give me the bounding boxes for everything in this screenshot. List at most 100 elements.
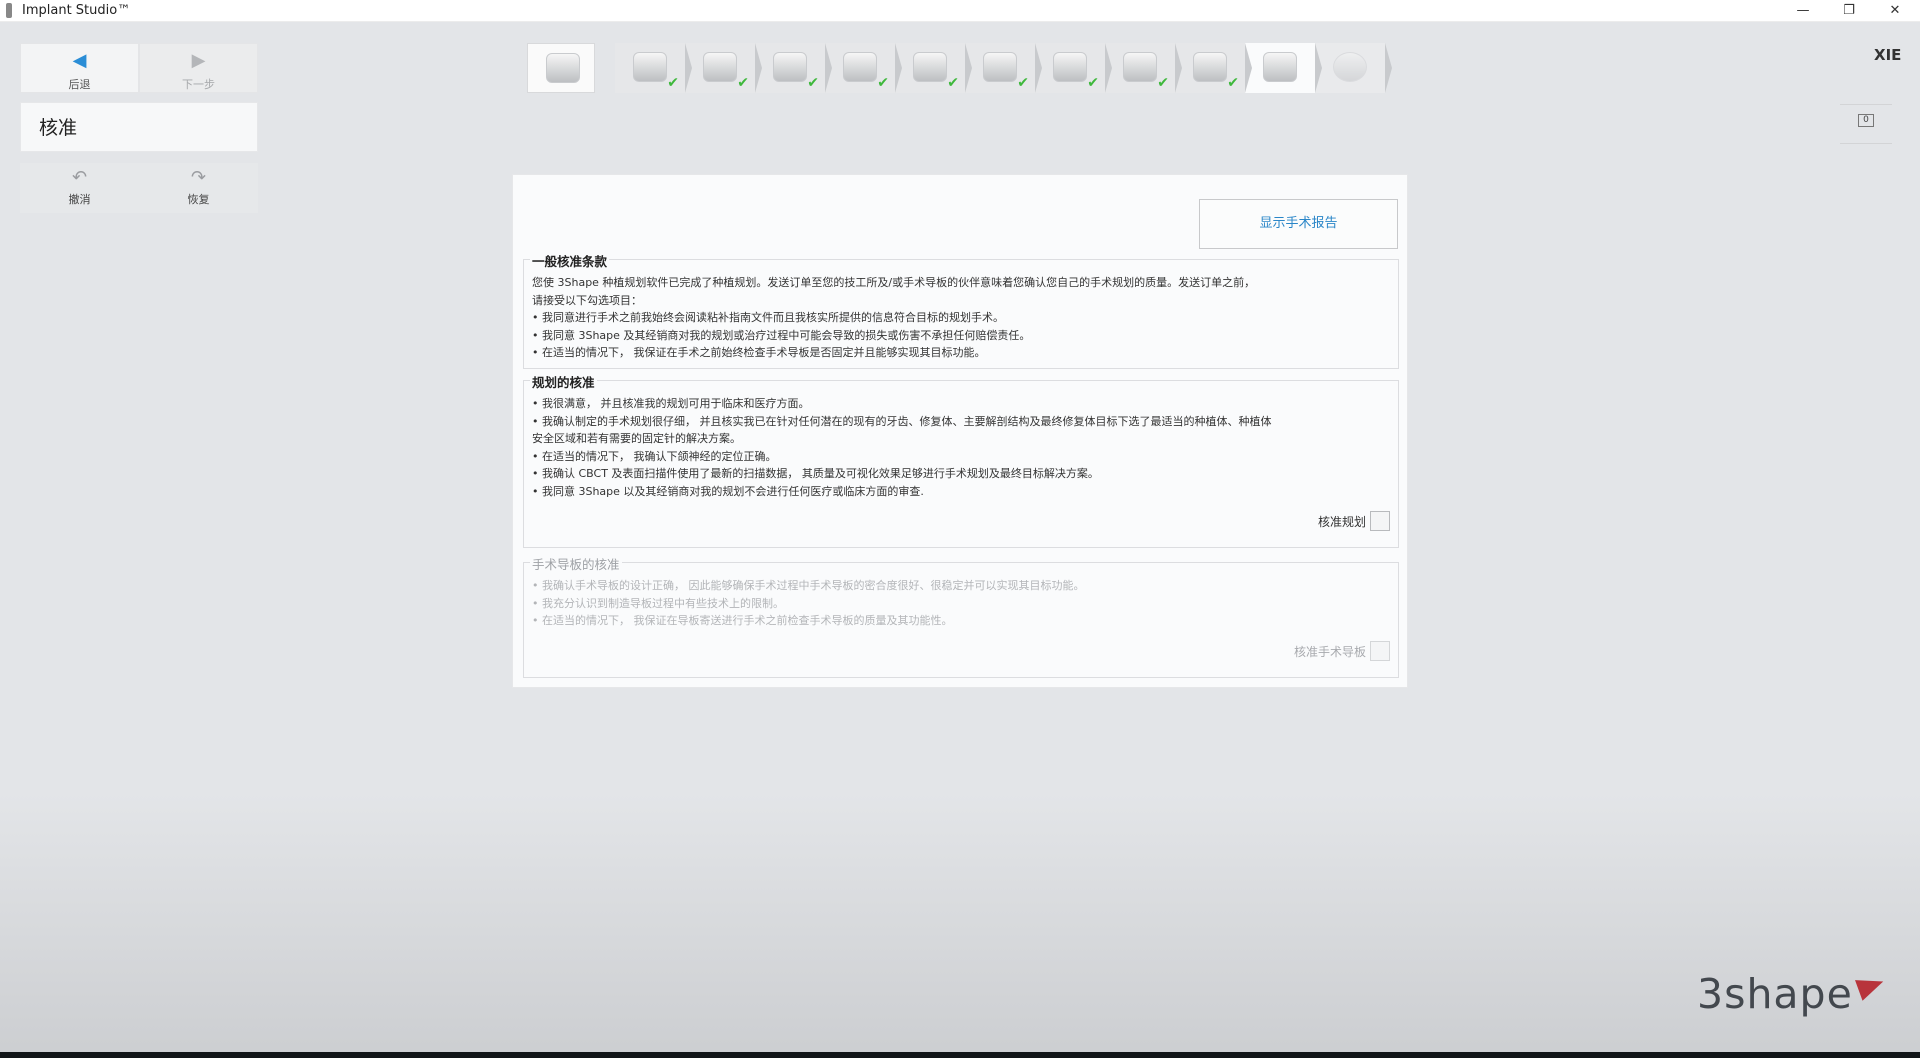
- workflow-bar: ✔ ✔ ✔ ✔ ✔ ✔ ✔ ✔ ✔: [527, 43, 1392, 93]
- brand-logo: 3shape: [1697, 970, 1853, 1018]
- section-title: 手术导板的核准: [530, 554, 622, 573]
- chevron-right-icon: [755, 43, 762, 93]
- panoramic-icon: [843, 52, 877, 82]
- text-line: 安全区域和若有需要的固定针的解决方案。: [532, 432, 741, 445]
- navigation-panel: ◀ 后退 ▶ 下一步: [20, 43, 258, 93]
- user-initials[interactable]: XIE: [1874, 46, 1901, 64]
- chevron-right-icon: [825, 43, 832, 93]
- approve-guide-row: 核准手术导板: [1294, 641, 1390, 661]
- approval-card: 显示手术报告 一般核准条款 您使 3Shape 种植规划软件已完成了种植规划。发…: [512, 174, 1408, 688]
- text-line: • 我确认制定的手术规划很仔细， 并且核实我已在针对任何潜在的现有的牙齿、修复体…: [532, 414, 1272, 428]
- guide-support-icon: [1193, 52, 1227, 82]
- next-button[interactable]: ▶ 下一步: [139, 43, 258, 93]
- next-label: 下一步: [182, 78, 215, 91]
- edit-panel: ↶ 撤消 ↷ 恢复: [20, 163, 258, 213]
- chevron-right-icon: [1105, 43, 1112, 93]
- text-line: • 在适当的情况下， 我保证在手术之前始终检查手术导板是否固定并且能够实现其目标…: [532, 346, 986, 359]
- title-bar: Implant Studio™ — ❐ ✕: [0, 0, 1920, 22]
- arrow-left-icon: ◀: [72, 50, 87, 71]
- check-icon: ✔: [947, 75, 959, 91]
- guide-design-1-icon: [1053, 52, 1087, 82]
- workflow-step-sleeve[interactable]: ✔: [1105, 43, 1182, 93]
- back-button[interactable]: ◀ 后退: [20, 43, 139, 93]
- chevron-right-icon: [1245, 43, 1252, 93]
- check-icon: ✔: [667, 75, 679, 91]
- back-label: 后退: [68, 78, 91, 91]
- window-title: Implant Studio™: [22, 3, 131, 18]
- brand-logo-mark: [1855, 971, 1887, 1001]
- maximize-button[interactable]: ❐: [1826, 0, 1872, 22]
- approve-guide-label: 核准手术导板: [1293, 644, 1366, 659]
- show-surgical-report-button[interactable]: 显示手术报告: [1199, 199, 1398, 249]
- check-icon: ✔: [1157, 75, 1169, 91]
- section-body: • 我很满意， 并且核准我的规划可用于临床和医疗方面。 • 我确认制定的手术规划…: [524, 381, 1398, 500]
- workflow-step-scan-import[interactable]: ✔: [685, 43, 762, 93]
- arrow-right-icon: ▶: [191, 50, 206, 71]
- planning-approval-section: 规划的核准 • 我很满意， 并且核准我的规划可用于临床和医疗方面。 • 我确认制…: [523, 372, 1399, 548]
- chevron-right-icon: [685, 43, 692, 93]
- redo-label: 恢复: [187, 193, 210, 206]
- workflow-step-patient-data[interactable]: ✔: [615, 43, 692, 93]
- approve-planning-label: 核准规划: [1317, 514, 1366, 529]
- workflow-step-guide-support[interactable]: ✔: [1175, 43, 1252, 93]
- taskbar: [0, 1052, 1920, 1058]
- sleeve-icon: [1123, 52, 1157, 82]
- chevron-right-icon: [1035, 43, 1042, 93]
- chevron-right-icon: [1385, 43, 1392, 93]
- export-icon: [1333, 52, 1367, 82]
- undo-icon: ↶: [71, 167, 88, 188]
- message-icon: 0: [1858, 114, 1874, 127]
- section-body: • 我确认手术导板的设计正确， 因此能够确保手术过程中手术导板的密合度很好、很稳…: [524, 563, 1398, 630]
- messages-button[interactable]: 0: [1840, 104, 1892, 144]
- chevron-right-icon: [965, 43, 972, 93]
- workflow-step-panoramic[interactable]: ✔: [825, 43, 902, 93]
- section-title: 一般核准条款: [530, 251, 610, 270]
- check-icon: ✔: [877, 75, 889, 91]
- patient-data-icon: [633, 52, 667, 82]
- workflow-step-approval[interactable]: [1245, 43, 1322, 93]
- text-line: 您使 3Shape 种植规划软件已完成了种植规划。发送订单至您的技工所及/或手术…: [532, 276, 1256, 289]
- check-icon: ✔: [807, 75, 819, 91]
- text-line: 请接受以下勾选项目：: [532, 293, 642, 307]
- approve-planning-row: 核准规划: [1318, 511, 1390, 531]
- chevron-right-icon: [1175, 43, 1182, 93]
- undo-label: 撤消: [68, 193, 91, 206]
- general-approval-section: 一般核准条款 您使 3Shape 种植规划软件已完成了种植规划。发送订单至您的技…: [523, 251, 1399, 369]
- workflow-step-nerve-path[interactable]: ✔: [895, 43, 972, 93]
- undo-button[interactable]: ↶ 撤消: [20, 163, 139, 213]
- text-line: • 在适当的情况下， 我确认下颌神经的定位正确。: [532, 449, 777, 463]
- text-line: • 我很满意， 并且核准我的规划可用于临床和医疗方面。: [532, 397, 810, 410]
- implant-placement-icon: [983, 52, 1017, 82]
- text-line: • 我同意 3Shape 及其经销商对我的规划或治疗过程中可能会导致的损失或伤害…: [532, 328, 1031, 342]
- guide-approval-section: 手术导板的核准 • 我确认手术导板的设计正确， 因此能够确保手术过程中手术导板的…: [523, 554, 1399, 678]
- chevron-right-icon: [895, 43, 902, 93]
- section-title: 规划的核准: [530, 372, 597, 391]
- text-line: • 在适当的情况下， 我保证在导板寄送进行手术之前检查手术导板的质量及其功能性。: [532, 614, 953, 627]
- workflow-step-export: [1315, 43, 1392, 93]
- scan-import-icon: [703, 52, 737, 82]
- text-line: • 我充分认识到制造导板过程中有些技术上的限制。: [532, 596, 784, 610]
- check-icon: ✔: [1227, 75, 1239, 91]
- workflow-step-implant-placement[interactable]: ✔: [965, 43, 1042, 93]
- check-icon: ✔: [1017, 75, 1029, 91]
- approve-planning-checkbox[interactable]: [1370, 511, 1390, 531]
- approve-guide-checkbox[interactable]: [1370, 641, 1390, 661]
- redo-icon: ↷: [190, 167, 207, 188]
- workflow-step-case-info[interactable]: [527, 43, 595, 93]
- section-body: 您使 3Shape 种植规划软件已完成了种植规划。发送订单至您的技工所及/或手术…: [524, 260, 1398, 362]
- check-icon: ✔: [1087, 75, 1099, 91]
- approval-icon: [1263, 52, 1297, 82]
- nerve-path-icon: [913, 52, 947, 82]
- workflow-step-guide-design-1[interactable]: ✔: [1035, 43, 1112, 93]
- text-line: • 我确认 CBCT 及表面扫描件使用了最新的扫描数据， 其质量及可视化效果足够…: [532, 467, 1099, 480]
- minimize-button[interactable]: —: [1780, 0, 1826, 22]
- check-icon: ✔: [737, 75, 749, 91]
- redo-button[interactable]: ↷ 恢复: [139, 163, 258, 213]
- text-line: • 我同意进行手术之前我始终会阅读粘补指南文件而且我核实所提供的信息符合目标的规…: [532, 311, 1004, 324]
- workflow-step-tooth-model[interactable]: ✔: [755, 43, 832, 93]
- chevron-right-icon: [1315, 43, 1322, 93]
- text-line: • 我确认手术导板的设计正确， 因此能够确保手术过程中手术导板的密合度很好、很稳…: [532, 579, 1085, 592]
- close-button[interactable]: ✕: [1872, 0, 1918, 22]
- text-line: • 我同意 3Shape 以及其经销商对我的规划不会进行任何医疗或临床方面的审查…: [532, 484, 924, 498]
- app-icon: [6, 3, 12, 18]
